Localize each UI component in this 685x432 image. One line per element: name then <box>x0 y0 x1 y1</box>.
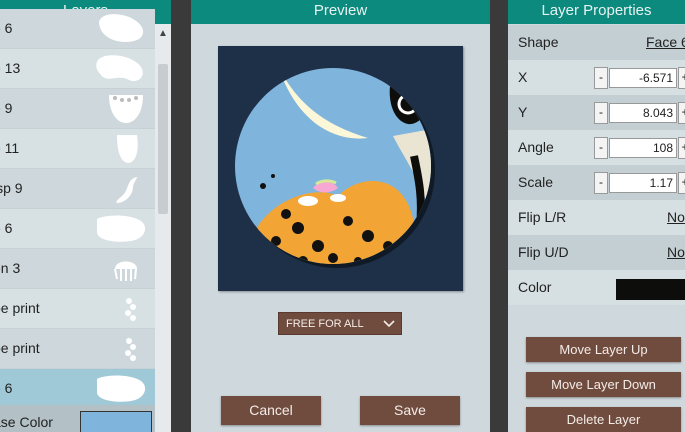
angle-input[interactable]: 108 <box>609 138 677 158</box>
dropdown-value: FREE FOR ALL <box>286 318 364 330</box>
layer-item-8[interactable]: pe print <box>0 289 155 329</box>
preview-panel-title: Preview <box>313 2 368 19</box>
color-row: Color <box>508 270 685 305</box>
y-label: Y <box>518 104 528 120</box>
avatar-preview-image <box>235 68 435 268</box>
shape-link[interactable]: Face 6 <box>646 34 685 50</box>
flip-lr-toggle[interactable]: No <box>667 209 685 225</box>
x-input[interactable]: -6.571 <box>609 68 677 88</box>
layer-list-scrollbar[interactable]: ▲ <box>155 24 171 432</box>
y-row: Y - 8.043 + <box>508 95 685 130</box>
layer-item-9[interactable]: pe print <box>0 329 155 369</box>
layer-item-6[interactable]: e 6 <box>0 209 155 249</box>
layer-item-label: e 13 <box>0 60 21 76</box>
shape-row: Shape Face 6 <box>508 25 685 60</box>
layer-item-label: e 6 <box>0 380 13 396</box>
flip-ud-label: Flip U/D <box>518 244 569 260</box>
scale-increment-button[interactable]: + <box>678 172 685 194</box>
save-button[interactable]: Save <box>360 396 460 425</box>
scale-decrement-button[interactable]: - <box>594 172 608 194</box>
layer-item-label: e 6 <box>0 20 13 36</box>
x-row: X - -6.571 + <box>508 60 685 95</box>
layer-properties-title: Layer Properties <box>541 2 652 19</box>
layer-item-4[interactable]: e 11 <box>0 129 155 169</box>
layer-item-3[interactable]: e 9 <box>0 89 155 129</box>
move-layer-up-button[interactable]: Move Layer Up <box>526 337 681 362</box>
layer-item-label: isp 9 <box>0 180 23 196</box>
flip-lr-row: Flip L/R No <box>508 200 685 235</box>
face-shape-icon <box>99 14 144 42</box>
layer-item-7[interactable]: en 3 <box>0 249 155 289</box>
layer-item-label: e 9 <box>0 100 13 116</box>
layer-item-label: e 6 <box>0 220 13 236</box>
face-shape-icon <box>96 55 143 82</box>
cancel-button[interactable]: Cancel <box>221 396 321 425</box>
chevron-down-icon <box>383 320 395 328</box>
angle-increment-button[interactable]: + <box>678 137 685 159</box>
layers-panel: Layers e 6 e 13 e 9 e 11 isp 9 e 6 en 3 <box>0 0 171 432</box>
layer-item-1[interactable]: e 6 <box>0 9 155 49</box>
layer-properties-header: Layer Properties <box>508 0 685 24</box>
angle-row: Angle - 108 + <box>508 130 685 165</box>
face-shape-icon <box>97 215 146 242</box>
color-label: Color <box>518 279 552 295</box>
x-label: X <box>518 69 528 85</box>
layer-item-label: pe print <box>0 340 40 356</box>
flip-lr-label: Flip L/R <box>518 209 567 225</box>
layer-item-10-selected[interactable]: e 6 <box>0 369 155 409</box>
shape-label: Shape <box>518 34 559 50</box>
preview-panel: Preview FREE FOR ALL Cancel Save <box>191 0 490 432</box>
base-color-label: ase Color <box>0 414 53 430</box>
x-increment-button[interactable]: + <box>678 67 685 89</box>
layer-item-2[interactable]: e 13 <box>0 49 155 89</box>
scale-row: Scale - 1.17 + <box>508 165 685 200</box>
y-increment-button[interactable]: + <box>678 102 685 124</box>
base-color-swatch[interactable] <box>80 411 152 432</box>
scrollbar-thumb[interactable] <box>158 64 168 214</box>
paw-print-icon <box>125 298 136 321</box>
layer-item-label: e 11 <box>0 140 20 156</box>
layer-item-label: pe print <box>0 300 40 316</box>
face-shape-icon <box>109 95 143 123</box>
layer-item-5[interactable]: isp 9 <box>0 169 155 209</box>
angle-decrement-button[interactable]: - <box>594 137 608 159</box>
layer-color-swatch[interactable] <box>616 279 685 300</box>
y-input[interactable]: 8.043 <box>609 103 677 123</box>
scroll-up-icon[interactable]: ▲ <box>155 26 171 42</box>
flip-ud-toggle[interactable]: No <box>667 244 685 260</box>
face-shape-icon <box>97 375 146 402</box>
delete-layer-button[interactable]: Delete Layer <box>526 407 681 432</box>
face-shape-icon <box>117 135 138 163</box>
flip-ud-row: Flip U/D No <box>508 235 685 270</box>
game-mode-dropdown[interactable]: FREE FOR ALL <box>278 312 402 335</box>
scale-input[interactable]: 1.17 <box>609 173 677 193</box>
base-color-row: ase Color <box>0 405 155 432</box>
move-layer-down-button[interactable]: Move Layer Down <box>526 372 681 397</box>
preview-panel-header: Preview <box>191 0 490 24</box>
scale-label: Scale <box>518 174 554 190</box>
jellyfish-shape-icon <box>114 261 137 281</box>
layer-item-label: en 3 <box>0 260 21 276</box>
x-decrement-button[interactable]: - <box>594 67 608 89</box>
y-decrement-button[interactable]: - <box>594 102 608 124</box>
layer-properties-panel: Layer Properties Shape Face 6 X - -6.571… <box>508 0 685 432</box>
paw-print-icon <box>125 338 136 361</box>
wisp-shape-icon <box>116 177 137 203</box>
avatar-preview-canvas <box>218 46 463 291</box>
angle-label: Angle <box>518 139 554 155</box>
